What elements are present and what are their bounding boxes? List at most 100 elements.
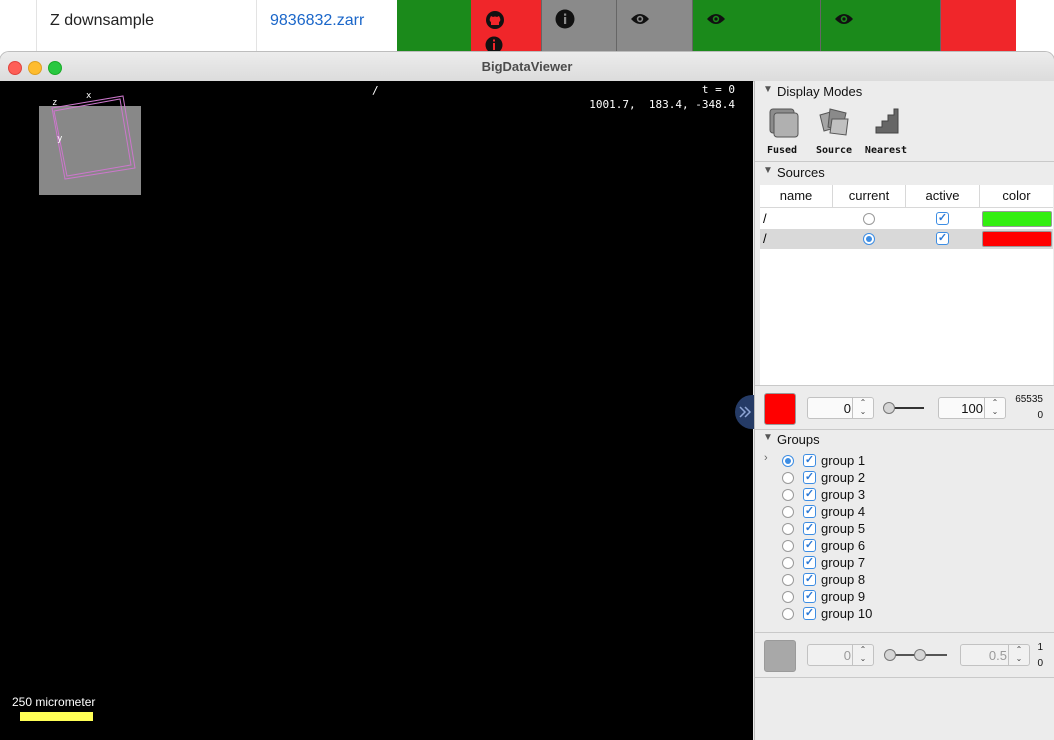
sources-header[interactable]: ▼ Sources — [755, 162, 1054, 184]
source-color-swatch[interactable] — [982, 211, 1052, 227]
spinner-arrows-icon[interactable]: ⌃ ⌄ — [852, 398, 873, 418]
nearest-icon — [868, 105, 904, 141]
group-row[interactable]: ✓ group 5 — [755, 521, 1054, 538]
eye-icon[interactable] — [834, 12, 854, 26]
group-range-min-label: 0 — [1037, 658, 1043, 669]
table-cell-name: Z downsample — [37, 0, 257, 52]
collapse-triangle-icon: ▼ — [763, 84, 773, 95]
min-intensity-value: 0 — [843, 401, 851, 416]
column-header-color[interactable]: color — [980, 185, 1053, 207]
group-max-spinner[interactable]: 0.5 ⌃ ⌄ — [960, 644, 1030, 666]
group-row[interactable]: ✓ group 10 — [755, 606, 1054, 623]
source-name: / — [763, 231, 767, 246]
current-radio[interactable] — [863, 233, 875, 245]
status-cell-red — [940, 0, 1016, 52]
group-row[interactable]: ✓ group 7 — [755, 555, 1054, 572]
active-checkbox[interactable]: ✓ — [936, 212, 949, 225]
current-radio[interactable] — [863, 213, 875, 225]
group-active-checkbox[interactable]: ✓ — [803, 590, 816, 603]
group-label: group 2 — [821, 470, 866, 485]
group-current-radio[interactable] — [782, 506, 794, 518]
scale-bar — [20, 712, 93, 721]
group-active-checkbox[interactable]: ✓ — [803, 539, 816, 552]
group-current-radio[interactable] — [782, 455, 794, 467]
sources-title: Sources — [777, 165, 825, 180]
source-color-swatch[interactable] — [982, 231, 1052, 247]
source-color-button[interactable] — [764, 393, 796, 425]
range-slider-knob[interactable] — [883, 402, 895, 414]
group-label: group 1 — [821, 453, 866, 468]
spinner-arrows-icon[interactable]: ⌃ ⌄ — [852, 645, 873, 665]
max-intensity-value: 100 — [961, 401, 983, 416]
group-row[interactable]: ✓ group 2 — [755, 470, 1054, 487]
status-cell-gray — [541, 0, 616, 52]
group-row[interactable]: ✓ group 4 — [755, 504, 1054, 521]
timepoint-readout: t = 0 — [701, 83, 735, 96]
collapse-panel-button[interactable] — [735, 395, 755, 429]
group-active-checkbox[interactable]: ✓ — [803, 471, 816, 484]
section-divider — [755, 632, 1054, 633]
navigation-minimap: x z y — [39, 91, 141, 195]
group-current-radio[interactable] — [782, 540, 794, 552]
bigdataviewer-window: BigDataViewer / t = 0 1001.7, 183.4, -34… — [0, 52, 1054, 740]
title-bar[interactable]: BigDataViewer — [0, 52, 1054, 82]
sources-table: name current active color / ✓ / ✓ — [760, 185, 1053, 385]
group-label: group 10 — [821, 606, 873, 621]
eye-icon[interactable] — [630, 12, 650, 26]
group-current-radio[interactable] — [782, 489, 794, 501]
group-active-checkbox[interactable]: ✓ — [803, 556, 816, 569]
group-row[interactable]: ✓ group 3 — [755, 487, 1054, 504]
group-range-slider-knob-min[interactable] — [884, 649, 896, 661]
column-header-active[interactable]: active — [906, 185, 980, 207]
group-current-radio[interactable] — [782, 608, 794, 620]
group-color-button[interactable] — [764, 640, 796, 672]
max-intensity-spinner[interactable]: 100 ⌃ ⌄ — [938, 397, 1006, 419]
column-header-name[interactable]: name — [760, 185, 833, 207]
group-row[interactable]: ✓ group 1 — [755, 453, 1054, 470]
mouse-coordinates: 1001.7, 183.4, -348.4 — [589, 98, 735, 111]
display-modes-header[interactable]: ▼ Display Modes — [755, 81, 1054, 103]
mode-nearest-button[interactable]: Nearest — [861, 105, 911, 156]
active-checkbox[interactable]: ✓ — [936, 232, 949, 245]
group-current-radio[interactable] — [782, 591, 794, 603]
github-icon[interactable] — [485, 10, 505, 30]
status-cell-green — [820, 0, 940, 52]
group-current-radio[interactable] — [782, 574, 794, 586]
viewer-canvas[interactable]: / t = 0 1001.7, 183.4, -348.4 x z y 250 … — [0, 81, 753, 740]
group-min-value: 0 — [843, 648, 851, 663]
group-active-checkbox[interactable]: ✓ — [803, 488, 816, 501]
status-cell-green — [397, 0, 471, 52]
column-header-current[interactable]: current — [833, 185, 906, 207]
group-range-max-label: 1 — [1037, 642, 1043, 653]
range-max-label: 65535 — [1015, 394, 1043, 405]
group-active-checkbox[interactable]: ✓ — [803, 454, 816, 467]
table-row[interactable]: / ✓ — [760, 209, 1053, 229]
axis-x-label: x — [86, 91, 92, 101]
mode-nearest-label: Nearest — [864, 145, 908, 156]
mode-fused-button[interactable]: Fused — [757, 105, 807, 156]
group-row[interactable]: ✓ group 9 — [755, 589, 1054, 606]
table-row[interactable]: / ✓ — [760, 229, 1053, 249]
eye-icon[interactable] — [706, 12, 726, 26]
group-current-radio[interactable] — [782, 523, 794, 535]
current-source-name: / — [372, 84, 379, 97]
group-current-radio[interactable] — [782, 557, 794, 569]
group-row[interactable]: ✓ group 6 — [755, 538, 1054, 555]
group-row[interactable]: ✓ group 8 — [755, 572, 1054, 589]
double-chevron-icon — [739, 406, 752, 418]
group-current-radio[interactable] — [782, 472, 794, 484]
group-active-checkbox[interactable]: ✓ — [803, 505, 816, 518]
zarr-link[interactable]: 9836832.zarr — [270, 12, 364, 30]
group-range-slider-knob-max[interactable] — [914, 649, 926, 661]
info-icon[interactable] — [555, 9, 575, 29]
spinner-arrows-icon[interactable]: ⌃ ⌄ — [984, 398, 1005, 418]
group-min-spinner[interactable]: 0 ⌃ ⌄ — [807, 644, 874, 666]
groups-header[interactable]: ▼ Groups — [755, 429, 1054, 451]
mode-source-button[interactable]: Source — [809, 105, 859, 156]
min-intensity-spinner[interactable]: 0 ⌃ ⌄ — [807, 397, 874, 419]
row-name-text: Z downsample — [50, 12, 155, 29]
group-active-checkbox[interactable]: ✓ — [803, 607, 816, 620]
display-modes-title: Display Modes — [777, 84, 863, 99]
group-active-checkbox[interactable]: ✓ — [803, 522, 816, 535]
group-active-checkbox[interactable]: ✓ — [803, 573, 816, 586]
